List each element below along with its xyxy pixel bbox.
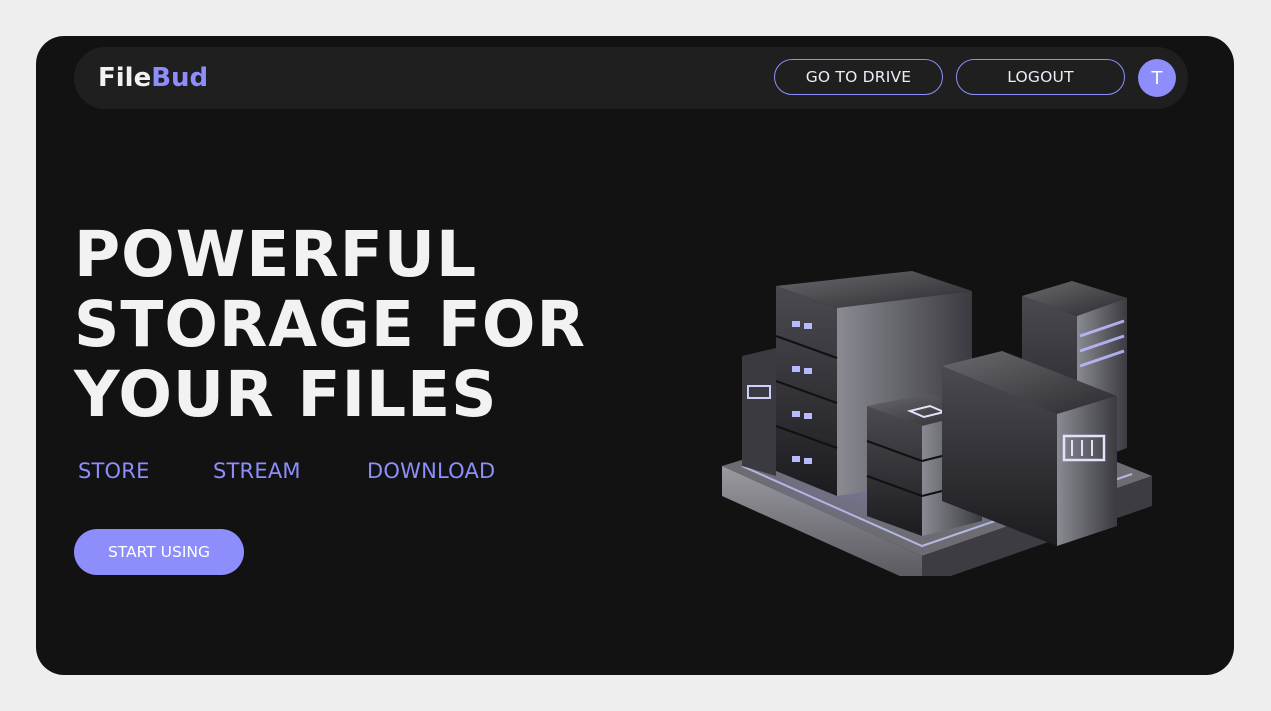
logout-button[interactable]: LOGOUT [956, 59, 1125, 95]
feature-download: DOWNLOAD [367, 459, 496, 483]
hero-title-line-2: STORAGE FOR [74, 288, 586, 361]
app-frame: FileBud GO TO DRIVE LOGOUT T POWERFUL ST… [36, 36, 1234, 675]
hero-title-line-3: YOUR FILES [74, 358, 498, 431]
user-avatar[interactable]: T [1138, 59, 1176, 97]
app-logo[interactable]: FileBud [98, 61, 208, 95]
feature-stream: STREAM [213, 459, 301, 483]
start-using-button[interactable]: START USING [74, 529, 244, 575]
logo-text-bud: Bud [151, 63, 209, 93]
logo-text-file: File [98, 63, 152, 93]
hero-title: POWERFUL STORAGE FOR YOUR FILES [74, 220, 586, 430]
top-navbar: FileBud GO TO DRIVE LOGOUT T [74, 47, 1188, 109]
go-to-drive-button[interactable]: GO TO DRIVE [774, 59, 943, 95]
server-stack-illustration [722, 271, 1152, 576]
hero-title-line-1: POWERFUL [74, 218, 478, 291]
feature-store: STORE [78, 459, 150, 483]
